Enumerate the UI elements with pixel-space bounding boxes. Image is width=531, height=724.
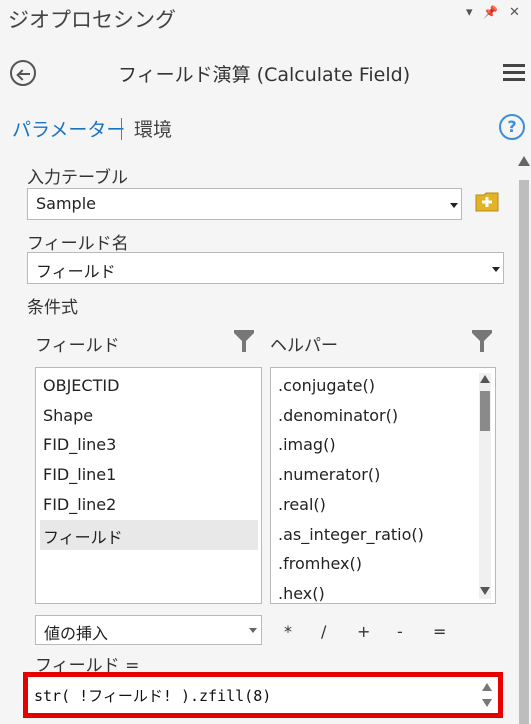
list-item[interactable]: FID_line1 [43, 465, 116, 484]
browse-folder-icon[interactable] [475, 190, 499, 212]
menu-icon[interactable] [503, 64, 525, 82]
close-icon[interactable]: ✕ [509, 5, 520, 20]
pane-options-icon[interactable]: ▾ [466, 5, 473, 20]
fields-header: フィールド [35, 336, 120, 356]
list-item[interactable]: .conjugate() [278, 376, 375, 395]
list-item[interactable]: .numerator() [278, 465, 380, 484]
list-item[interactable]: Shape [43, 406, 93, 425]
tool-title: フィールド演算 (Calculate Field) [118, 64, 411, 86]
scroll-up-icon[interactable] [482, 683, 492, 691]
list-item[interactable]: .imag() [278, 435, 336, 454]
tab-divider [121, 118, 122, 140]
condition-label: 条件式 [27, 298, 78, 318]
insert-value-label: 値の挿入 [44, 624, 109, 643]
list-item[interactable]: .real() [278, 495, 326, 514]
list-item[interactable]: FID_line3 [43, 435, 116, 454]
help-icon[interactable]: ? [499, 114, 525, 140]
tab-parameters[interactable]: パラメーター [12, 115, 125, 142]
filter-icon[interactable] [234, 330, 254, 352]
field-name-value: フィールド [36, 262, 116, 281]
divide-button[interactable]: / [321, 622, 326, 641]
fields-list[interactable]: OBJECTID Shape FID_line3 FID_line1 FID_l… [35, 367, 262, 604]
field-name-label: フィールド名 [27, 234, 129, 254]
chevron-down-icon [249, 628, 257, 633]
input-table-value: Sample [36, 194, 96, 213]
multiply-button[interactable]: * [284, 622, 292, 641]
filter-icon[interactable] [472, 330, 492, 352]
list-item[interactable]: .fromhex() [278, 554, 362, 573]
chevron-down-icon [450, 203, 458, 208]
input-table-dropdown[interactable]: Sample [27, 188, 462, 220]
helpers-scrollbar[interactable] [479, 373, 491, 599]
expression-text: str( !フィールド! ).zfill(8) [34, 687, 272, 705]
helpers-header: ヘルパー [270, 336, 338, 356]
scroll-up-icon[interactable] [518, 156, 530, 166]
minus-button[interactable]: - [397, 622, 403, 641]
field-name-dropdown[interactable]: フィールド [27, 252, 504, 284]
pane-title: ジオプロセシング [8, 8, 176, 32]
expression-field[interactable]: str( !フィールド! ).zfill(8) [23, 672, 503, 718]
list-item[interactable]: .as_integer_ratio() [278, 525, 424, 544]
tool-header: フィールド演算 (Calculate Field) [118, 60, 410, 87]
chevron-down-icon [492, 267, 500, 272]
list-item[interactable]: OBJECTID [43, 376, 119, 395]
scroll-thumb[interactable] [480, 391, 490, 431]
plus-button[interactable]: + [357, 622, 370, 641]
helpers-list[interactable]: .conjugate() .denominator() .imag() .num… [270, 367, 496, 604]
scroll-down-icon[interactable] [480, 587, 490, 595]
pin-icon[interactable]: 📌 [483, 5, 498, 19]
list-item[interactable]: .hex() [278, 584, 325, 603]
back-button[interactable] [10, 60, 36, 86]
list-item-selected[interactable]: フィールド [40, 520, 258, 550]
equals-button[interactable]: = [433, 622, 446, 641]
pane-scrollbar[interactable] [516, 150, 531, 724]
input-table-label: 入力テーブル [27, 168, 128, 188]
list-item[interactable]: FID_line2 [43, 495, 116, 514]
scroll-up-icon[interactable] [480, 375, 490, 383]
list-item[interactable]: .denominator() [278, 406, 398, 425]
scroll-down-icon[interactable] [482, 699, 492, 707]
selected-field-label: フィールド [43, 528, 123, 547]
scroll-thumb[interactable] [519, 180, 529, 724]
tab-environments[interactable]: 環境 [134, 115, 172, 142]
pane-title-bar: ジオプロセシング ▾ 📌 ✕ [0, 0, 531, 38]
insert-value-dropdown[interactable]: 値の挿入 [35, 615, 262, 645]
